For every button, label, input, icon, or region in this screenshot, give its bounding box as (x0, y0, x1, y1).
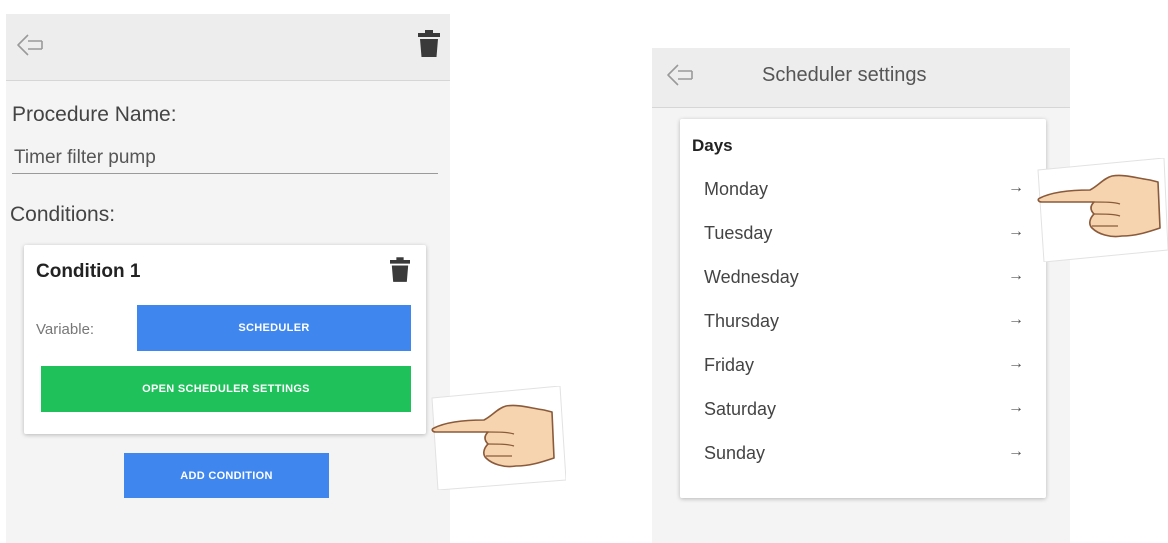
arrow-right-icon: → (1008, 179, 1024, 196)
trash-icon[interactable] (390, 257, 410, 283)
day-item-friday[interactable]: Friday → (680, 347, 1046, 387)
day-item-wednesday[interactable]: Wednesday → (680, 259, 1046, 299)
condition-title: Condition 1 (36, 261, 141, 282)
day-label: Tuesday (704, 223, 773, 243)
day-label: Wednesday (704, 267, 799, 287)
procedure-screen: Procedure Name: Conditions: Condition 1 … (6, 14, 450, 543)
arrow-right-icon: → (1008, 311, 1024, 328)
top-bar (6, 14, 450, 81)
procedure-name-label: Procedure Name: (12, 103, 177, 126)
days-card: Days Monday → Tuesday → Wednesday → Thur… (680, 119, 1046, 498)
arrow-right-icon: → (1008, 223, 1024, 240)
variable-label: Variable: (36, 321, 95, 338)
arrow-right-icon: → (1008, 399, 1024, 416)
add-condition-button[interactable]: ADD CONDITION (124, 453, 329, 498)
procedure-name-input[interactable] (12, 142, 438, 174)
day-label: Saturday (704, 399, 777, 419)
day-item-thursday[interactable]: Thursday → (680, 303, 1046, 343)
scheduler-button[interactable]: SCHEDULER (137, 305, 411, 351)
day-item-saturday[interactable]: Saturday → (680, 391, 1046, 431)
scheduler-settings-screen: Scheduler settings Days Monday → Tuesday… (652, 48, 1070, 543)
pointing-hand-icon (431, 386, 566, 490)
trash-icon[interactable] (418, 30, 440, 58)
condition-card: Condition 1 Variable: SCHEDULER OPEN SCH… (24, 245, 426, 434)
open-scheduler-settings-button[interactable]: OPEN SCHEDULER SETTINGS (41, 366, 411, 412)
conditions-label: Conditions: (10, 203, 116, 226)
pointing-hand-icon (1037, 158, 1168, 262)
day-item-tuesday[interactable]: Tuesday → (680, 215, 1046, 255)
arrow-right-icon: → (1008, 267, 1024, 284)
page-title: Scheduler settings (762, 64, 927, 86)
arrow-right-icon: → (1008, 443, 1024, 460)
arrow-right-icon: → (1008, 355, 1024, 372)
days-title: Days (692, 136, 733, 155)
top-bar: Scheduler settings (652, 48, 1070, 108)
day-item-sunday[interactable]: Sunday → (680, 435, 1046, 475)
back-arrow-icon[interactable] (664, 62, 696, 88)
day-label: Monday (704, 179, 769, 199)
back-arrow-icon[interactable] (14, 32, 46, 58)
day-label: Thursday (704, 311, 780, 331)
day-item-monday[interactable]: Monday → (680, 171, 1046, 211)
day-label: Friday (704, 355, 755, 375)
day-label: Sunday (704, 443, 766, 463)
